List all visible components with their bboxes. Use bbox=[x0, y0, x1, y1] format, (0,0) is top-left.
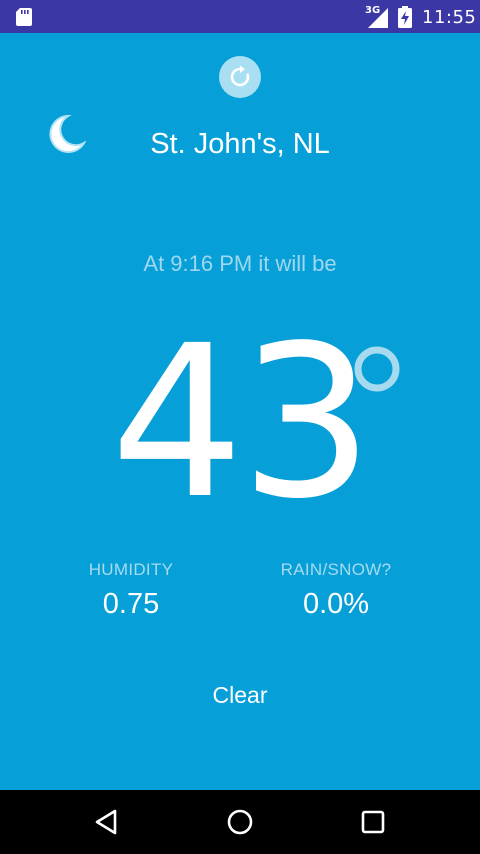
home-icon[interactable] bbox=[224, 806, 256, 838]
battery-charging-icon bbox=[398, 6, 412, 28]
precipitation-label: RAIN/SNOW? bbox=[280, 560, 392, 579]
refresh-button[interactable] bbox=[219, 56, 261, 98]
status-clock: 11:55 bbox=[422, 7, 477, 28]
forecast-time-label: At 9:16 PM it will be bbox=[143, 251, 337, 276]
location-label: St. John's, NL bbox=[150, 128, 330, 160]
back-icon[interactable] bbox=[91, 806, 123, 838]
humidity-value: 0.75 bbox=[102, 588, 160, 620]
temperature-value: 43 bbox=[110, 300, 373, 545]
status-bar: 3G 11:55 bbox=[0, 0, 480, 33]
sd-card-icon bbox=[16, 8, 32, 26]
recents-icon[interactable] bbox=[357, 806, 389, 838]
refresh-icon bbox=[230, 65, 250, 87]
degree-icon bbox=[354, 346, 400, 392]
signal-icon bbox=[368, 8, 388, 28]
weather-summary: Clear bbox=[212, 682, 268, 708]
navigation-bar bbox=[0, 790, 480, 854]
precipitation-value: 0.0% bbox=[302, 588, 370, 620]
weather-screen: St. John's, NL At 9:16 PM it will be 43 … bbox=[0, 33, 480, 790]
humidity-label: HUMIDITY bbox=[88, 560, 174, 579]
